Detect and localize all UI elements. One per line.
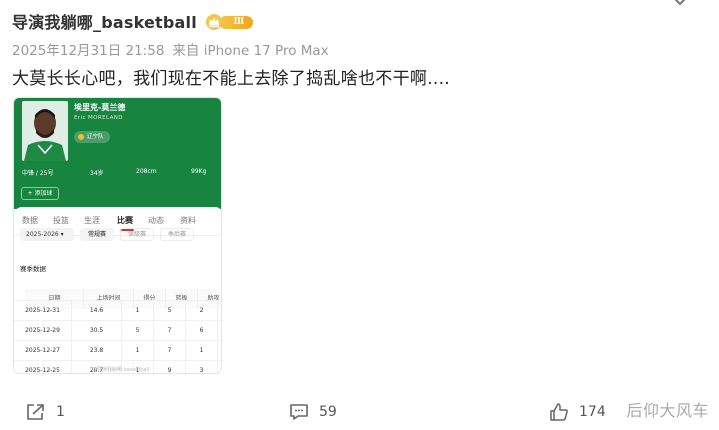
table-cell: 6 (185, 321, 217, 341)
table-cell: 3 (185, 361, 217, 373)
share-icon (27, 404, 44, 420)
team-chip[interactable]: 辽宁队 (74, 131, 110, 143)
season-select[interactable]: 2025-2026 ▾ (20, 228, 74, 241)
player-header: 埃里克-莫兰德 Eric MORELAND 辽宁队 中锋 / 25号 34岁 2… (14, 98, 221, 209)
table-cell (217, 361, 221, 373)
post-source: 来自 iPhone 17 Pro Max (172, 43, 329, 59)
comment-button[interactable]: 59 (289, 403, 337, 421)
post-meta: 2025年12月31日 21:58 来自 iPhone 17 Pro Max (12, 39, 329, 59)
table-cell (217, 341, 221, 361)
table-cell: 2 (185, 301, 217, 321)
page-watermark: 后仰大风车 (626, 401, 709, 420)
action-bar: 1 59 174 (0, 400, 719, 424)
segment-relegation[interactable]: 保级赛 (120, 228, 154, 241)
like-count: 174 (579, 404, 606, 420)
comment-count: 59 (319, 404, 337, 420)
season-value: 2025-2026 (26, 231, 59, 238)
table-cell (217, 321, 221, 341)
follow-button[interactable]: + 添加球 (21, 187, 59, 200)
tab-data[interactable]: 数据 (22, 215, 38, 226)
tab-games[interactable]: 比赛 (117, 215, 133, 226)
vip-badge[interactable]: Ⅲ (205, 13, 253, 30)
post-timestamp: 2025年12月31日 21:58 (12, 43, 165, 59)
table-cell: 30.5 (71, 321, 121, 341)
table-row[interactable]: 2025-12-31 14.6 1 5 2 (14, 300, 221, 321)
table-cell: 7 (153, 341, 185, 361)
table-cell: 2025-12-27 (25, 347, 60, 354)
comment-icon (290, 404, 308, 420)
table-cell: 1 (121, 301, 153, 321)
player-photo (22, 101, 68, 161)
table-cell: 9 (153, 361, 185, 373)
username[interactable]: 导演我躺哪_basketball (12, 9, 197, 33)
image-watermark: @导演我躺哪 basketball (92, 367, 150, 373)
thumbs-up-icon (550, 403, 568, 421)
share-count: 1 (56, 404, 65, 420)
tab-career[interactable]: 生涯 (84, 215, 100, 226)
post-content: 大莫长长心吧，我们现在不能上去除了捣乱啥也不干啊.... (12, 69, 451, 89)
post-header: 导演我躺哪_basketball Ⅲ (12, 9, 253, 33)
table-cell: 14.6 (71, 301, 121, 321)
player-name-en: Eric MORELAND (74, 115, 123, 121)
chevron-down-icon[interactable] (669, 0, 691, 10)
table-cell: 7 (153, 321, 185, 341)
games-table: 日期 上场时间 得分 篮板 助攻 2025-12-31 14.6 1 5 2 2… (14, 280, 221, 374)
table-cell: 5 (153, 301, 185, 321)
table-row[interactable]: 2025-12-27 23.8 1 7 1 (14, 340, 221, 361)
vip-level: Ⅲ (218, 15, 253, 29)
table-cell (217, 301, 221, 321)
table-row[interactable]: 2025-12-29 30.5 5 7 6 (14, 320, 221, 341)
like-button[interactable]: 174 (549, 402, 606, 422)
table-cell: 23.8 (71, 341, 121, 361)
player-age: 34岁 (90, 170, 104, 177)
table-cell: 1 (121, 341, 153, 361)
team-name: 辽宁队 (87, 134, 104, 140)
table-cell: 2025-12-31 (25, 307, 60, 314)
player-name: 埃里克-莫兰德 (74, 103, 126, 112)
player-position: 中锋 / 25号 (22, 170, 54, 177)
tab-profile[interactable]: 资料 (180, 215, 196, 226)
section-title: 赛季数据 (20, 265, 46, 273)
tab-shooting[interactable]: 投篮 (53, 215, 69, 226)
table-cell: 2025-12-29 (25, 327, 60, 334)
share-button[interactable]: 1 (26, 403, 65, 421)
segment-regular[interactable]: 常规赛 (80, 228, 114, 241)
table-cell: 1 (185, 341, 217, 361)
post-image[interactable]: 埃里克-莫兰德 Eric MORELAND 辽宁队 中锋 / 25号 34岁 2… (13, 97, 222, 374)
team-logo-icon (78, 134, 84, 140)
table-cell: 5 (121, 321, 153, 341)
table-cell: 2025-12-25 (25, 367, 60, 374)
segment-playoffs[interactable]: 季后赛 (160, 228, 194, 241)
player-weight: 99Kg (191, 168, 207, 175)
player-height: 208cm (136, 168, 157, 175)
tab-news[interactable]: 动态 (148, 215, 164, 226)
